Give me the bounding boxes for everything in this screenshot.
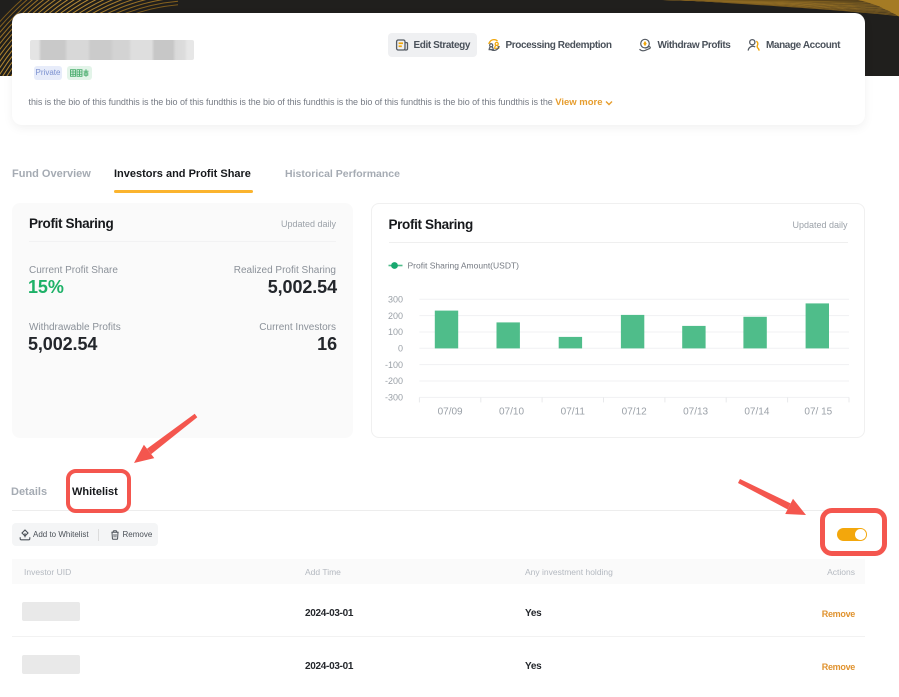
svg-text:07/ 15: 07/ 15 — [804, 407, 832, 418]
svg-text:07/09: 07/09 — [438, 407, 463, 418]
svg-text:07/11: 07/11 — [561, 407, 586, 418]
svg-text:-300: -300 — [385, 393, 403, 403]
svg-text:-200: -200 — [385, 376, 403, 386]
svg-text:-100: -100 — [385, 360, 403, 370]
svg-text:07/10: 07/10 — [499, 407, 524, 418]
svg-text:100: 100 — [388, 327, 403, 337]
svg-text:07/12: 07/12 — [622, 407, 647, 418]
svg-text:Profit Sharing Amount(USDT): Profit Sharing Amount(USDT) — [408, 261, 520, 271]
svg-text:0: 0 — [398, 344, 403, 354]
svg-text:07/13: 07/13 — [683, 407, 708, 418]
svg-text:07/14: 07/14 — [744, 407, 769, 418]
svg-text:300: 300 — [388, 294, 403, 304]
svg-text:200: 200 — [388, 311, 403, 321]
